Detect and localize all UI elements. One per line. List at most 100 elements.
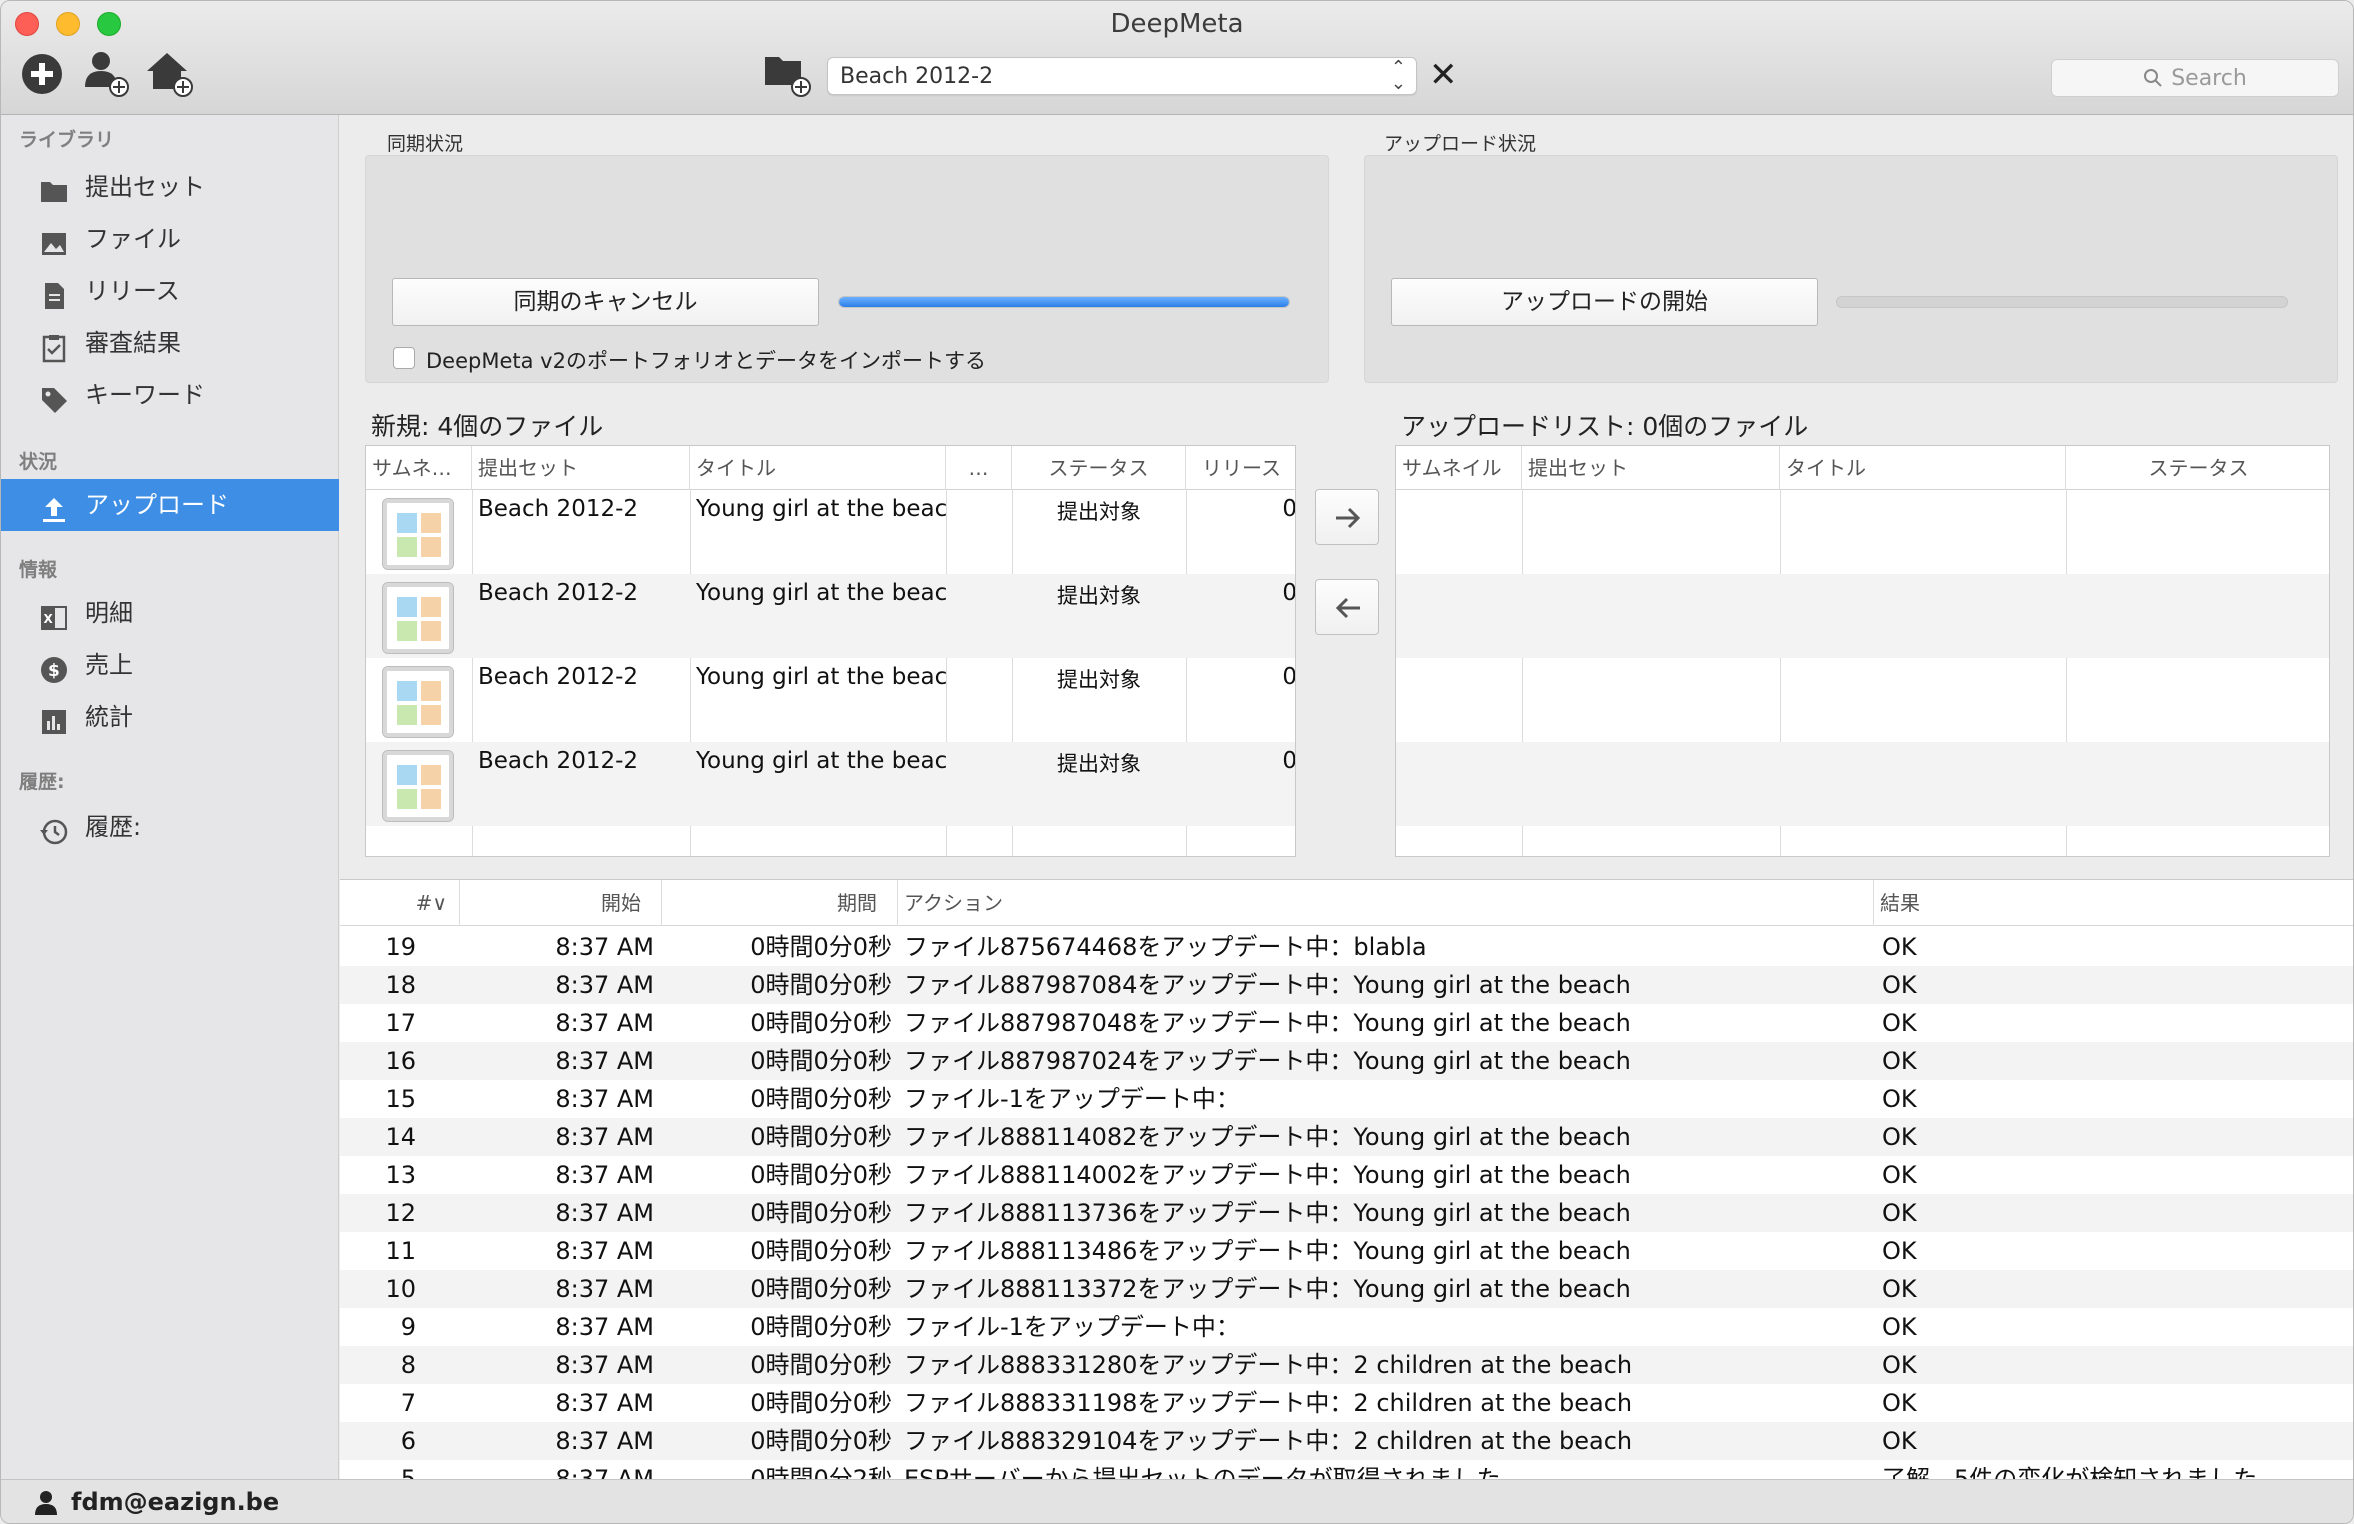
log-number: 17 [385, 1009, 416, 1037]
sidebar-item-keywords[interactable]: キーワード [1, 369, 339, 421]
log-start: 8:37 AM [555, 1085, 654, 1113]
col-status[interactable]: ステータス [1012, 446, 1186, 490]
sidebar-item-review-results[interactable]: 審査結果 [1, 317, 339, 369]
log-row[interactable]: 12 8:37 AM 0時間0分0秒 ファイル888113736をアップデート中：Yo… [340, 1194, 2353, 1232]
col-thumbnail[interactable]: サムネイル [1396, 446, 1522, 490]
activity-log-header: #∨ 開始 期間 アクション 結果 [340, 880, 2353, 926]
log-duration: 0時間0分0秒 [750, 1161, 892, 1189]
log-row[interactable]: 8 8:37 AM 0時間0分0秒 ファイル888331280をアップデート中：2 c… [340, 1346, 2353, 1384]
arrow-left-icon [1335, 597, 1360, 619]
log-duration: 0時間0分0秒 [750, 1275, 892, 1303]
cell-release: 0 [1282, 664, 1296, 690]
col-status[interactable]: ステータス [2066, 446, 2329, 490]
log-row[interactable]: 18 8:37 AM 0時間0分0秒 ファイル887987084をアップデート中：Yo… [340, 966, 2353, 1004]
toolbar: DeepMeta Beach 2012-2 ⌃ ⌄ ✕ Search [1, 1, 2353, 115]
log-action: ファイル-1をアップデート中： [904, 1085, 1240, 1113]
clear-set-button[interactable]: ✕ [1429, 55, 1458, 95]
move-left-button[interactable] [1315, 579, 1379, 635]
table-row[interactable]: Beach 2012-2 Young girl at the beac 提出対象 0 [366, 490, 1295, 574]
col-more[interactable]: … [946, 446, 1012, 490]
sidebar: ライブラリ 提出セット ファイル リリース 審査結果 キーワード 状況 アップロ… [1, 115, 339, 1479]
cell-title: Young girl at the beac [696, 580, 946, 606]
col-number[interactable]: #∨ [340, 880, 460, 926]
log-result: OK [1882, 1389, 1917, 1417]
upload-list-table[interactable]: サムネイル 提出セット タイトル ステータス [1395, 445, 2330, 857]
table-row[interactable]: Beach 2012-2 Young girl at the beac 提出対象 0 [366, 574, 1295, 658]
log-action: ファイル888329104をアップデート中：2 children at the … [904, 1427, 1633, 1455]
cell-status: 提出対象 [1057, 752, 1141, 776]
col-title[interactable]: タイトル [690, 446, 946, 490]
col-duration[interactable]: 期間 [662, 880, 898, 926]
log-row[interactable]: 13 8:37 AM 0時間0分0秒 ファイル888114002をアップデート中：Yo… [340, 1156, 2353, 1194]
sidebar-section-library: ライブラリ [19, 129, 115, 151]
cell-title: Young girl at the beac [696, 664, 946, 690]
new-files-table[interactable]: サムネ… 提出セット タイトル … ステータス リリース Beach 2012-… [365, 445, 1296, 857]
col-action[interactable]: アクション [898, 880, 1874, 926]
new-files-title: 新規: 4個のファイル [371, 412, 604, 441]
log-duration: 0時間0分0秒 [750, 1351, 892, 1379]
add-folder-icon[interactable] [761, 47, 815, 101]
log-start: 8:37 AM [555, 1389, 654, 1417]
col-submission-set[interactable]: 提出セット [1522, 446, 1780, 490]
log-action: ファイル875674468をアップデート中：blabla [904, 933, 1427, 961]
log-number: 16 [385, 1047, 416, 1075]
log-row[interactable]: 15 8:37 AM 0時間0分0秒 ファイル-1をアップデート中： OK [340, 1080, 2353, 1118]
app-window: DeepMeta Beach 2012-2 ⌃ ⌄ ✕ Search ライブラリ … [0, 0, 2354, 1524]
col-result[interactable]: 結果 [1874, 880, 2353, 926]
table-row[interactable]: Beach 2012-2 Young girl at the beac 提出対象 0 [366, 658, 1295, 742]
col-start[interactable]: 開始 [460, 880, 662, 926]
add-home-icon[interactable] [143, 47, 197, 101]
col-thumbnail[interactable]: サムネ… [366, 446, 472, 490]
empty-row [1396, 490, 2329, 574]
cell-title: Young girl at the beac [696, 748, 946, 774]
activity-log-table[interactable]: #∨ 開始 期間 アクション 結果 19 8:37 AM 0時間0分0秒 ファイル87… [340, 879, 2353, 1479]
cell-submission-set: Beach 2012-2 [478, 580, 639, 606]
log-start: 8:37 AM [555, 1161, 654, 1189]
sidebar-item-upload[interactable]: アップロード [1, 479, 339, 531]
col-release[interactable]: リリース [1186, 446, 1295, 490]
log-row[interactable]: 5 8:37 AM 0時間0分2秒 ESPサーバーから提出セットのデータが取得されまし… [340, 1460, 2353, 1479]
log-number: 11 [385, 1237, 416, 1265]
sidebar-item-label: アップロード [85, 491, 229, 519]
sidebar-item-statistics[interactable]: 統計 [1, 691, 339, 743]
add-user-icon[interactable] [79, 47, 133, 101]
log-result: OK [1882, 1237, 1917, 1265]
log-duration: 0時間0分0秒 [750, 1047, 892, 1075]
add-circle-icon[interactable] [15, 47, 69, 101]
log-action: ファイル888331198をアップデート中：2 children at the … [904, 1389, 1633, 1417]
start-upload-button[interactable]: アップロードの開始 [1391, 278, 1818, 326]
log-row[interactable]: 16 8:37 AM 0時間0分0秒 ファイル887987024をアップデート中：Yo… [340, 1042, 2353, 1080]
sidebar-item-statements[interactable]: X 明細 [1, 587, 339, 639]
col-title[interactable]: タイトル [1780, 446, 2066, 490]
sidebar-item-releases[interactable]: リリース [1, 265, 339, 317]
sidebar-item-label: 統計 [85, 703, 133, 731]
table-row[interactable]: Beach 2012-2 Young girl at the beac 提出対象 0 [366, 742, 1295, 826]
col-submission-set[interactable]: 提出セット [472, 446, 690, 490]
log-row[interactable]: 10 8:37 AM 0時間0分0秒 ファイル888113372をアップデート中：Yo… [340, 1270, 2353, 1308]
log-number: 6 [400, 1427, 416, 1455]
submission-set-select[interactable]: Beach 2012-2 ⌃ ⌄ [827, 57, 1417, 95]
log-row[interactable]: 9 8:37 AM 0時間0分0秒 ファイル-1をアップデート中： OK [340, 1308, 2353, 1346]
sidebar-item-sales[interactable]: $ 売上 [1, 639, 339, 691]
user-email: fdm@eazign.be [71, 1488, 280, 1516]
sidebar-item-history[interactable]: 履歴: [1, 801, 339, 853]
log-row[interactable]: 7 8:37 AM 0時間0分0秒 ファイル888331198をアップデート中：2 c… [340, 1384, 2353, 1422]
log-row[interactable]: 14 8:37 AM 0時間0分0秒 ファイル888114082をアップデート中：Yo… [340, 1118, 2353, 1156]
cancel-sync-button[interactable]: 同期のキャンセル [392, 278, 819, 326]
log-row[interactable]: 6 8:37 AM 0時間0分0秒 ファイル888329104をアップデート中：2 c… [340, 1422, 2353, 1460]
log-number: 9 [400, 1313, 416, 1341]
search-field[interactable]: Search [2051, 59, 2339, 97]
document-icon [39, 277, 69, 309]
upload-status-label: アップロード状況 [1384, 133, 1537, 155]
log-row[interactable]: 11 8:37 AM 0時間0分0秒 ファイル888113486をアップデート中：Yo… [340, 1232, 2353, 1270]
log-result: OK [1882, 1275, 1917, 1303]
sidebar-item-label: 履歴: [85, 813, 142, 841]
log-row[interactable]: 17 8:37 AM 0時間0分0秒 ファイル887987048をアップデート中：Yo… [340, 1004, 2353, 1042]
move-right-button[interactable] [1315, 489, 1379, 545]
clipboard-icon [39, 329, 69, 363]
cell-release: 0 [1282, 748, 1296, 774]
sidebar-item-files[interactable]: ファイル [1, 213, 339, 265]
sidebar-item-submission-sets[interactable]: 提出セット [1, 161, 339, 213]
import-v2-checkbox[interactable] [393, 347, 415, 369]
log-row[interactable]: 19 8:37 AM 0時間0分0秒 ファイル875674468をアップデート中：bl… [340, 928, 2353, 966]
